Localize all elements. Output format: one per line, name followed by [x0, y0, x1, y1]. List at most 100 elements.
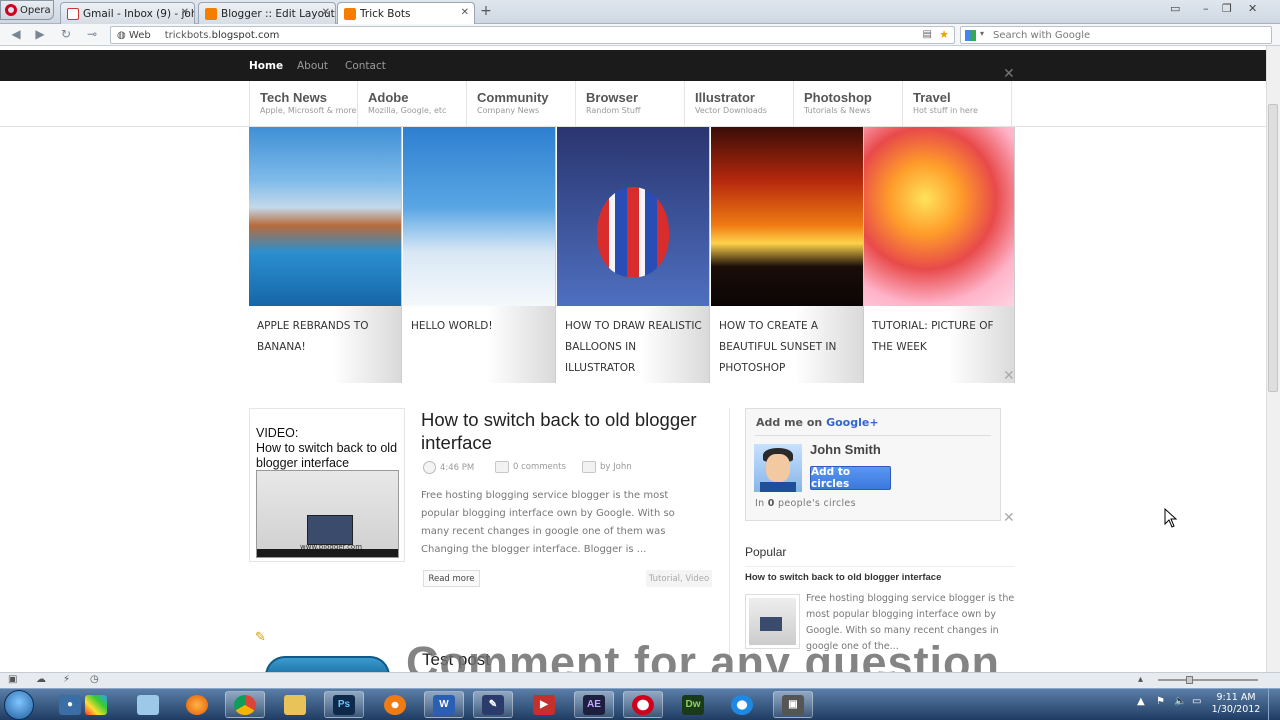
tray-expand-icon[interactable]: ▲	[1137, 696, 1145, 707]
opera-menu-button[interactable]: Opera	[0, 0, 54, 20]
nav-contact[interactable]: Contact	[345, 60, 386, 72]
post-title[interactable]: How to switch back to old blogger interf…	[421, 408, 721, 454]
slide-caption: Tutorial: Picture of the week	[864, 306, 1014, 383]
taskbar-youtube[interactable]: ▶	[524, 691, 564, 718]
taskbar-after-effects[interactable]: AE	[574, 691, 614, 718]
video-label-prefix: VIDEO:	[256, 426, 299, 440]
opera-logo-icon	[5, 4, 17, 16]
start-button[interactable]	[4, 690, 34, 720]
key-icon[interactable]: ⊸	[84, 26, 100, 42]
zoom-slider[interactable]	[1158, 679, 1258, 681]
slide-picture-of-week[interactable]: Tutorial: Picture of the week	[864, 127, 1015, 383]
slide-sunset-photoshop[interactable]: How to create a beautiful sunset in Phot…	[711, 127, 864, 383]
restore-icon[interactable]: ❐	[1222, 2, 1232, 15]
taskbar-firefox[interactable]	[177, 691, 217, 718]
new-tab-icon[interactable]: +	[478, 3, 494, 19]
category-tech-news[interactable]: Tech News Apple, Microsoft & more	[249, 81, 358, 127]
nav-about[interactable]: About	[297, 60, 328, 72]
flag-icon[interactable]: ⚑	[1156, 696, 1165, 707]
pen-tool-icon: ✎	[482, 694, 504, 715]
web-label: Web	[128, 29, 151, 41]
taskbar-explorer[interactable]	[275, 691, 315, 718]
category-subtitle: Vector Downloads	[695, 106, 767, 115]
post-author-text: by John	[600, 462, 632, 472]
video-label: VIDEO: How to switch back to old blogger …	[256, 426, 404, 471]
nav-home[interactable]: Home	[249, 60, 283, 72]
unite-icon[interactable]: ☁	[36, 674, 47, 685]
tab-trick-bots[interactable]: Trick Bots ✕	[337, 2, 475, 25]
popular-post-title[interactable]: How to switch back to old blogger interf…	[745, 572, 941, 583]
chrome-icon	[234, 694, 256, 715]
taskbar-dreamweaver[interactable]: Dw	[673, 691, 713, 718]
video-preview-image[interactable]: www.blogger.com	[256, 470, 399, 558]
add-to-circles-button[interactable]: Add to circles	[810, 466, 891, 490]
close-icon[interactable]: ✕	[1003, 510, 1015, 526]
app-icon	[137, 694, 159, 715]
slide-caption: Hello World!	[403, 306, 555, 383]
category-illustrator[interactable]: Illustrator Vector Downloads	[685, 81, 794, 127]
category-community[interactable]: Community Company News	[467, 81, 576, 127]
speed-dial-icon[interactable]: ◷	[90, 674, 101, 685]
circles-suffix: people's circles	[778, 498, 856, 509]
category-travel[interactable]: Travel Hot stuff in here	[903, 81, 1012, 127]
system-clock[interactable]: 9:11 AM 1/30/2012	[1208, 692, 1264, 716]
google-search-icon	[965, 30, 976, 41]
close-icon[interactable]: ✕	[1003, 66, 1015, 82]
category-title: Photoshop	[804, 90, 872, 105]
post-comments[interactable]: 0 comments	[495, 461, 566, 473]
pencil-icon[interactable]: ✎	[255, 630, 269, 645]
search-field[interactable]: ▾ Search with Google	[960, 26, 1272, 44]
category-photoshop[interactable]: Photoshop Tutorials & News	[794, 81, 903, 127]
post-time-text: 4:46 PM	[440, 462, 475, 473]
taskbar-ie[interactable]	[722, 691, 762, 718]
view-icon[interactable]: ▴	[1138, 674, 1149, 685]
category-adobe[interactable]: Adobe Mozilla, Google, etc	[358, 81, 467, 127]
add-me-heading: Add me on Google+	[756, 416, 879, 429]
address-field[interactable]: ◍ Web trickbots. blogspot.com ▤ ★	[110, 26, 955, 44]
taskbar-word[interactable]: W	[424, 691, 464, 718]
close-icon[interactable]: ✕	[1003, 368, 1015, 384]
scrollbar-thumb[interactable]	[1268, 104, 1278, 392]
close-tab-icon[interactable]: ✕	[461, 7, 469, 18]
blogger-icon	[205, 7, 217, 20]
network-icon[interactable]: ▭	[1192, 696, 1201, 707]
close-tab-icon[interactable]: ✕	[181, 7, 189, 18]
taskbar-app-camera[interactable]: ▣	[773, 691, 813, 718]
user-icon	[582, 461, 596, 473]
forward-icon[interactable]: ▶	[32, 26, 48, 42]
category-browser[interactable]: Browser Random Stuff	[576, 81, 685, 127]
zoom-slider-knob[interactable]	[1186, 676, 1193, 684]
taskbar-blender[interactable]	[375, 691, 415, 718]
volume-icon[interactable]: 🔈	[1174, 696, 1186, 707]
close-window-icon[interactable]: ✕	[1248, 2, 1257, 15]
taskbar-app-3[interactable]	[128, 691, 168, 718]
post-tags[interactable]: Tutorial, Video	[646, 570, 712, 587]
reload-icon[interactable]: ↻	[58, 26, 74, 42]
slide-hello-world[interactable]: Hello World!	[403, 127, 556, 383]
popular-heading: Popular	[745, 545, 787, 559]
slide-apple-rebrands[interactable]: Apple rebrands to Banana!	[249, 127, 402, 383]
tab-label: Gmail - Inbox (9) - john...	[83, 7, 194, 20]
minimize-icon[interactable]: –	[1203, 2, 1209, 15]
post-comments-text: 0 comments	[513, 462, 566, 472]
rss-icon[interactable]: ▤	[923, 29, 932, 40]
show-desktop-button[interactable]	[1268, 689, 1280, 720]
taskbar-chrome[interactable]	[225, 691, 265, 718]
user-name[interactable]: John Smith	[810, 442, 881, 457]
tab-menu-icon[interactable]: ▭	[1170, 2, 1180, 15]
turbo-icon[interactable]: ⚡	[63, 674, 74, 685]
taskbar-app-pen[interactable]: ✎	[473, 691, 513, 718]
star-icon[interactable]: ★	[939, 28, 949, 41]
taskbar-app-2[interactable]	[76, 691, 116, 718]
taskbar-opera[interactable]	[623, 691, 663, 718]
close-tab-icon[interactable]: ✕	[322, 7, 330, 18]
word-icon: W	[433, 694, 455, 715]
avatar[interactable]	[754, 444, 802, 492]
taskbar-photoshop[interactable]: Ps	[324, 691, 364, 718]
panel-toggle-icon[interactable]: ▣	[8, 674, 19, 685]
slide-balloons-illustrator[interactable]: How to draw realistic balloons in Illust…	[557, 127, 710, 383]
read-more-button[interactable]: Read more	[423, 570, 480, 587]
tab-gmail[interactable]: Gmail - Inbox (9) - john... ✕	[60, 2, 195, 24]
back-icon[interactable]: ◀	[8, 26, 24, 42]
tab-blogger-edit-layout[interactable]: Blogger :: Edit Layout ✕	[198, 2, 336, 24]
